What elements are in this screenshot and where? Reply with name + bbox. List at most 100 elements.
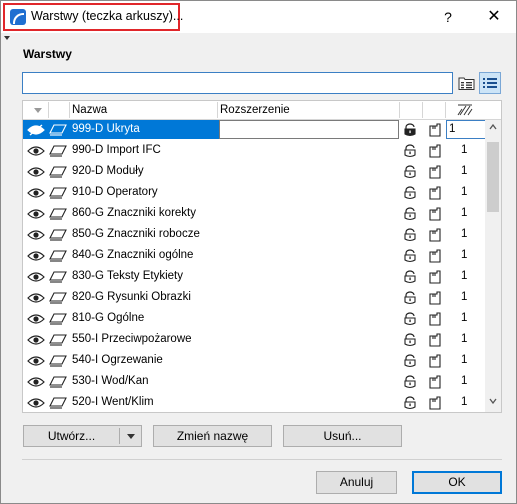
list-icon: [483, 78, 497, 88]
dropdown-arrow-icon[interactable]: [127, 434, 135, 439]
table-row[interactable]: 840-G Znaczniki ogólne 1: [23, 246, 485, 267]
title-bar: Warstwy (teczka arkuszy)... ? ✕: [1, 1, 516, 33]
delete-button[interactable]: Usuń...: [283, 425, 402, 447]
visibility-eye-icon[interactable]: [27, 208, 45, 223]
sort-triangle-icon[interactable]: [34, 108, 42, 113]
visibility-eye-icon[interactable]: [27, 250, 45, 265]
lock-icon[interactable]: [403, 291, 417, 308]
lock-icon[interactable]: [403, 123, 417, 140]
table-row[interactable]: 530-I Wod/Kan 1: [23, 372, 485, 393]
lock-icon[interactable]: [403, 333, 417, 350]
layer-style-icon[interactable]: [49, 250, 67, 265]
lock-icon[interactable]: [403, 375, 417, 392]
table-row[interactable]: 810-G Ogólne 1: [23, 309, 485, 330]
list-view-button[interactable]: [479, 72, 501, 94]
document-icon[interactable]: [428, 186, 442, 203]
vertical-scrollbar[interactable]: [485, 120, 501, 412]
layer-style-icon[interactable]: [49, 208, 67, 223]
column-extension-header[interactable]: Rozszerzenie: [220, 101, 290, 119]
document-icon[interactable]: [428, 249, 442, 266]
cancel-button[interactable]: Anuluj: [316, 471, 397, 494]
rename-button[interactable]: Zmień nazwę: [153, 425, 272, 447]
ok-button[interactable]: OK: [412, 471, 502, 494]
table-row[interactable]: 550-I Przeciwpożarowe 1: [23, 330, 485, 351]
folder-view-button[interactable]: [457, 73, 477, 93]
document-icon[interactable]: [428, 207, 442, 224]
table-row[interactable]: 830-G Teksty Etykiety 1: [23, 267, 485, 288]
visibility-eye-icon[interactable]: [27, 313, 45, 328]
visibility-eye-icon[interactable]: [27, 355, 45, 370]
search-input[interactable]: [22, 72, 453, 94]
layer-style-icon[interactable]: [49, 376, 67, 391]
table-row[interactable]: 910-D Operatory 1: [23, 183, 485, 204]
layer-style-icon[interactable]: [49, 124, 67, 139]
visibility-eye-icon[interactable]: [27, 292, 45, 307]
lock-icon[interactable]: [403, 186, 417, 203]
layer-style-icon[interactable]: [49, 292, 67, 307]
table-row[interactable]: 850-G Znaczniki robocze 1: [23, 225, 485, 246]
sheet-count: 1: [461, 354, 468, 366]
table-row[interactable]: 820-G Rysunki Obrazki 1: [23, 288, 485, 309]
table-row[interactable]: 860-G Znaczniki korekty 1: [23, 204, 485, 225]
lock-icon[interactable]: [403, 207, 417, 224]
lock-icon[interactable]: [403, 354, 417, 371]
create-button[interactable]: Utwórz...: [23, 425, 142, 447]
visibility-eye-icon[interactable]: [27, 397, 45, 412]
lock-icon[interactable]: [403, 249, 417, 266]
layer-style-icon[interactable]: [49, 355, 67, 370]
search-field[interactable]: [23, 73, 452, 93]
visibility-eye-icon[interactable]: [27, 334, 45, 349]
document-icon[interactable]: [428, 333, 442, 350]
document-icon[interactable]: [428, 270, 442, 287]
visibility-eye-icon[interactable]: [27, 187, 45, 202]
lock-icon[interactable]: [403, 228, 417, 245]
table-row[interactable]: 999-D Ukryta 1: [23, 120, 485, 141]
document-icon[interactable]: [428, 228, 442, 245]
visibility-eye-icon[interactable]: [27, 376, 45, 391]
table-row[interactable]: 520-I Went/Klim 1: [23, 393, 485, 412]
document-icon[interactable]: [428, 312, 442, 329]
visibility-eye-icon[interactable]: [27, 271, 45, 286]
sheet-count: 1: [449, 123, 456, 135]
close-button[interactable]: ✕: [481, 6, 507, 28]
collapse-triangle-icon[interactable]: [4, 36, 10, 40]
column-name-header[interactable]: Nazwa: [72, 101, 107, 119]
document-icon[interactable]: [428, 396, 442, 412]
layer-style-icon[interactable]: [49, 271, 67, 286]
document-icon[interactable]: [428, 375, 442, 392]
sheet-count: 1: [461, 144, 468, 156]
visibility-hidden-icon[interactable]: [27, 124, 45, 139]
layer-style-icon[interactable]: [49, 145, 67, 160]
document-icon[interactable]: [428, 354, 442, 371]
scroll-thumb[interactable]: [487, 142, 499, 212]
document-icon[interactable]: [428, 165, 442, 182]
layer-style-icon[interactable]: [49, 313, 67, 328]
layer-style-icon[interactable]: [49, 187, 67, 202]
layer-name: 820-G Rysunki Obrazki: [72, 291, 191, 303]
lock-icon[interactable]: [403, 144, 417, 161]
table-row[interactable]: 990-D Import IFC 1: [23, 141, 485, 162]
document-icon[interactable]: [428, 144, 442, 161]
layer-name: 550-I Przeciwpożarowe: [72, 333, 192, 345]
table-row[interactable]: 540-I Ogrzewanie 1: [23, 351, 485, 372]
layer-style-icon[interactable]: [49, 334, 67, 349]
document-icon[interactable]: [428, 123, 442, 140]
layer-style-icon[interactable]: [49, 397, 67, 412]
layer-style-icon[interactable]: [49, 229, 67, 244]
lock-icon[interactable]: [403, 165, 417, 182]
sheet-count: 1: [461, 165, 468, 177]
sheet-count: 1: [461, 270, 468, 282]
lock-icon[interactable]: [403, 270, 417, 287]
document-icon[interactable]: [428, 291, 442, 308]
table-row[interactable]: 920-D Moduły 1: [23, 162, 485, 183]
lock-icon[interactable]: [403, 312, 417, 329]
visibility-eye-icon[interactable]: [27, 145, 45, 160]
help-button[interactable]: ?: [435, 6, 461, 28]
sheet-count: 1: [461, 312, 468, 324]
lock-icon[interactable]: [403, 396, 417, 412]
folder-list-icon: [458, 77, 475, 90]
extension-field[interactable]: [219, 120, 399, 139]
visibility-eye-icon[interactable]: [27, 166, 45, 181]
layer-style-icon[interactable]: [49, 166, 67, 181]
visibility-eye-icon[interactable]: [27, 229, 45, 244]
